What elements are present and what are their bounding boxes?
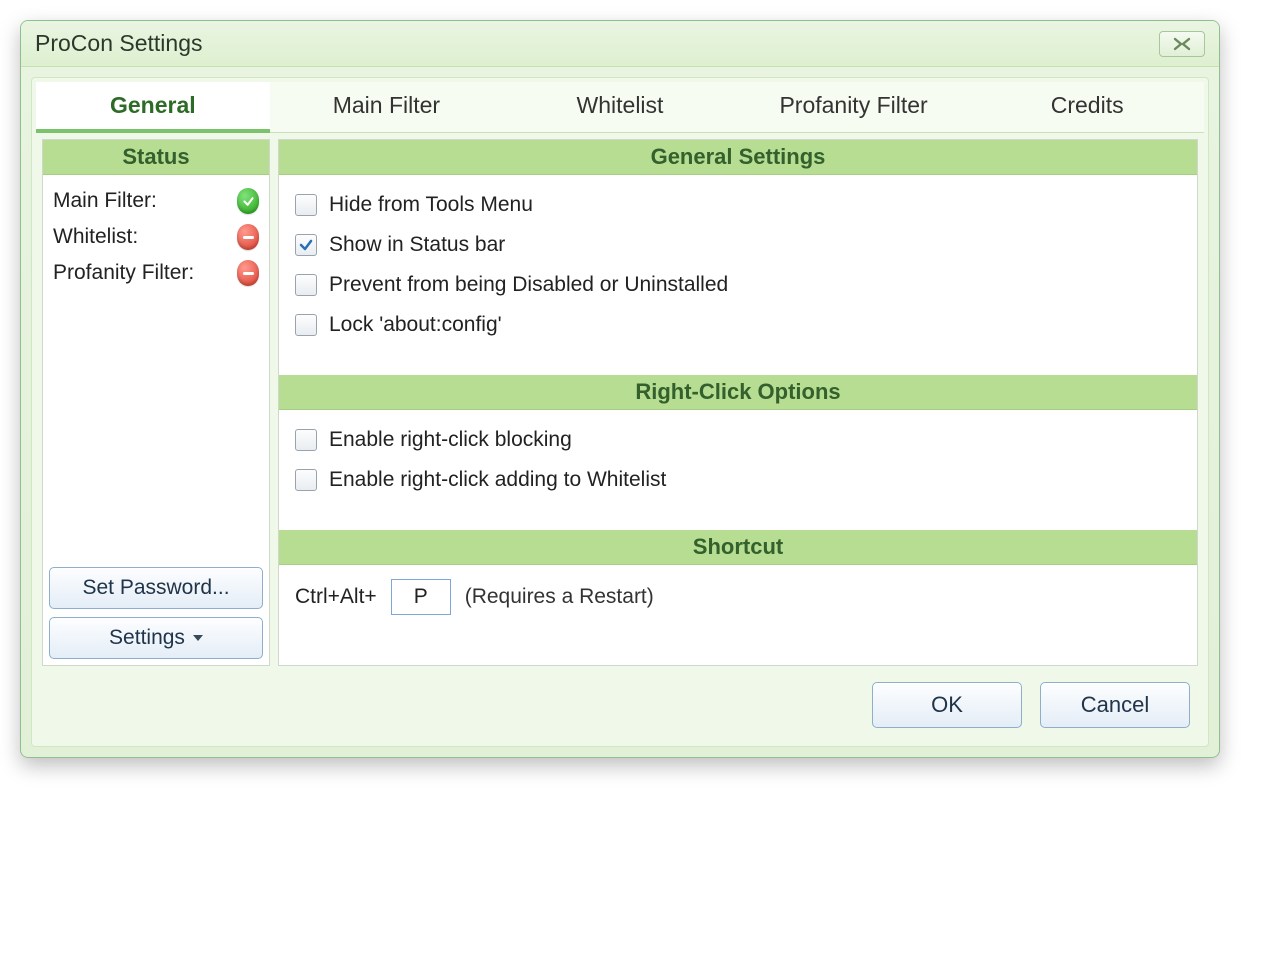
titlebar: ProCon Settings — [21, 21, 1219, 67]
settings-dropdown-button[interactable]: Settings — [49, 617, 263, 659]
status-header: Status — [43, 140, 269, 175]
section-header: Shortcut — [279, 530, 1197, 565]
main-panel: General Settings Hide from Tools Menu Sh… — [278, 139, 1198, 666]
section-body: Hide from Tools Menu Show in Status bar … — [279, 175, 1197, 375]
ok-button[interactable]: OK — [872, 682, 1022, 728]
checkbox[interactable] — [295, 194, 317, 216]
option-label: Prevent from being Disabled or Uninstall… — [329, 273, 728, 297]
section-body: Enable right-click blocking Enable right… — [279, 410, 1197, 530]
tab-main-filter[interactable]: Main Filter — [270, 82, 504, 133]
checkbox[interactable] — [295, 314, 317, 336]
tab-credits[interactable]: Credits — [970, 82, 1204, 133]
cancel-button[interactable]: Cancel — [1040, 682, 1190, 728]
status-label: Whitelist: — [53, 225, 138, 249]
sidebar-buttons: Set Password... Settings — [43, 561, 269, 665]
option-rc-whitelist: Enable right-click adding to Whitelist — [295, 460, 1181, 500]
status-row-whitelist: Whitelist: — [51, 219, 261, 255]
checkbox[interactable] — [295, 469, 317, 491]
dialog-footer: OK Cancel — [36, 666, 1204, 736]
option-label: Enable right-click blocking — [329, 428, 572, 452]
section-general: General Settings Hide from Tools Menu Sh… — [279, 140, 1197, 375]
option-label: Lock 'about:config' — [329, 313, 502, 337]
tab-general[interactable]: General — [36, 82, 270, 133]
option-show-statusbar: Show in Status bar — [295, 225, 1181, 265]
sidebar: Status Main Filter: Whitelist: Profanity… — [42, 139, 270, 666]
button-label: OK — [931, 692, 963, 718]
status-list: Main Filter: Whitelist: Profanity Filter… — [43, 175, 269, 299]
section-header: General Settings — [279, 140, 1197, 175]
tab-bar: General Main Filter Whitelist Profanity … — [36, 82, 1204, 133]
option-prevent-disable: Prevent from being Disabled or Uninstall… — [295, 265, 1181, 305]
status-row-main-filter: Main Filter: — [51, 183, 261, 219]
button-label: Cancel — [1081, 692, 1149, 718]
option-label: Hide from Tools Menu — [329, 193, 533, 217]
window-title: ProCon Settings — [35, 30, 202, 57]
tab-profanity-filter[interactable]: Profanity Filter — [737, 82, 971, 133]
shortcut-prefix: Ctrl+Alt+ — [295, 585, 377, 609]
chevron-down-icon — [193, 635, 203, 641]
status-ok-icon — [237, 188, 259, 214]
checkbox[interactable] — [295, 429, 317, 451]
option-hide-tools-menu: Hide from Tools Menu — [295, 185, 1181, 225]
section-shortcut: Shortcut Ctrl+Alt+ (Requires a Restart) — [279, 530, 1197, 665]
sidebar-spacer — [43, 299, 269, 561]
checkbox[interactable] — [295, 274, 317, 296]
section-header: Right-Click Options — [279, 375, 1197, 410]
inner-panel: General Main Filter Whitelist Profanity … — [31, 77, 1209, 747]
shortcut-key-input[interactable] — [391, 579, 451, 615]
section-rightclick: Right-Click Options Enable right-click b… — [279, 375, 1197, 530]
option-rc-blocking: Enable right-click blocking — [295, 420, 1181, 460]
button-label: Set Password... — [82, 576, 229, 600]
close-icon — [1172, 37, 1192, 51]
close-button[interactable] — [1159, 31, 1205, 57]
shortcut-hint: (Requires a Restart) — [465, 585, 654, 609]
shortcut-row: Ctrl+Alt+ (Requires a Restart) — [279, 565, 1197, 665]
checkbox[interactable] — [295, 234, 317, 256]
content-body: Status Main Filter: Whitelist: Profanity… — [36, 133, 1204, 666]
option-label: Enable right-click adding to Whitelist — [329, 468, 666, 492]
status-row-profanity-filter: Profanity Filter: — [51, 255, 261, 291]
set-password-button[interactable]: Set Password... — [49, 567, 263, 609]
status-label: Main Filter: — [53, 189, 157, 213]
settings-window: ProCon Settings General Main Filter Whit… — [20, 20, 1220, 758]
status-label: Profanity Filter: — [53, 261, 194, 285]
status-off-icon — [237, 224, 259, 250]
button-label: Settings — [109, 626, 185, 650]
tab-whitelist[interactable]: Whitelist — [503, 82, 737, 133]
option-label: Show in Status bar — [329, 233, 505, 257]
status-off-icon — [237, 260, 259, 286]
option-lock-aboutconfig: Lock 'about:config' — [295, 305, 1181, 345]
